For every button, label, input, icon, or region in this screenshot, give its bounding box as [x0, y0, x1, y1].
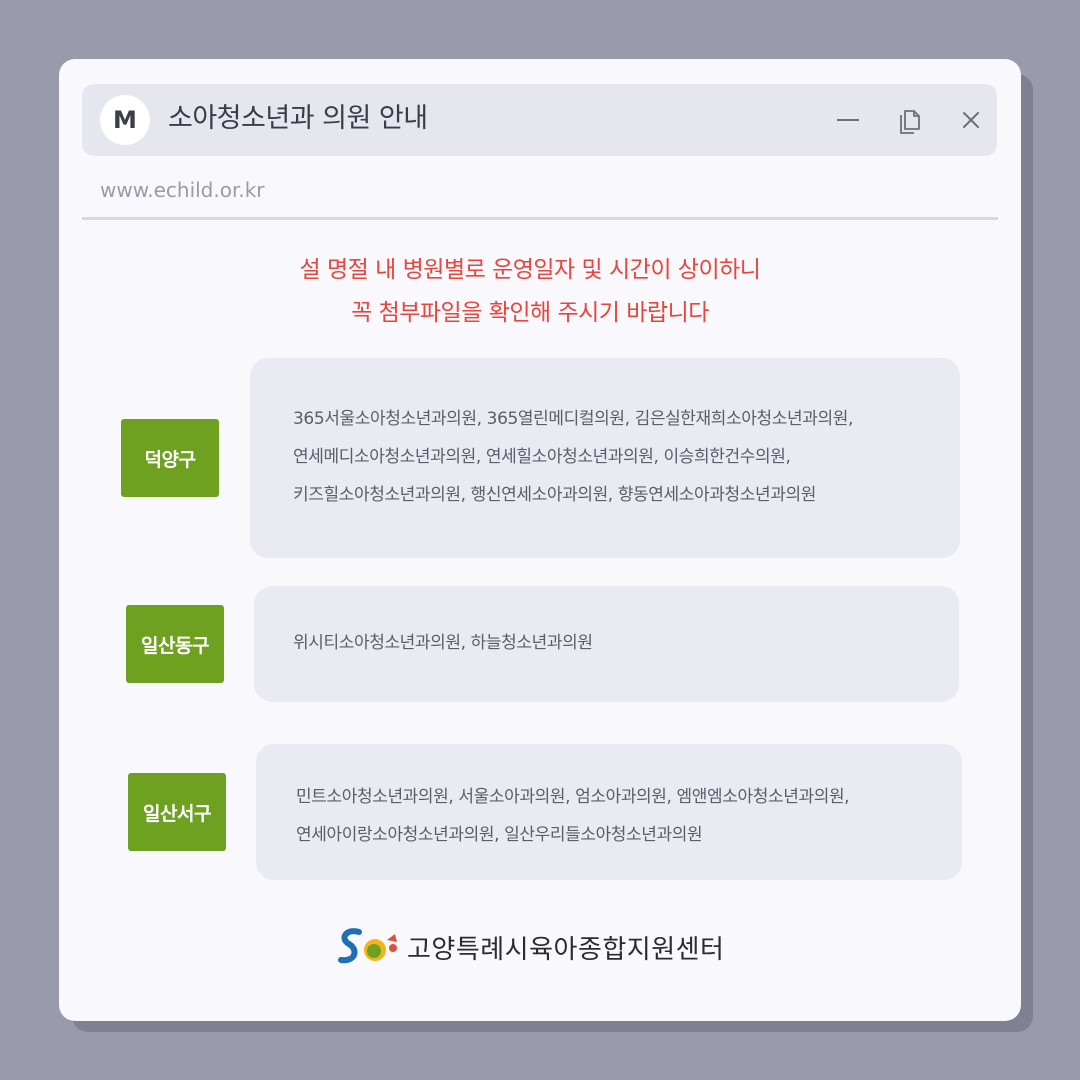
close-icon[interactable]: [955, 104, 987, 136]
hospital-list-line: 365서울소아청소년과의원, 365열린메디컬의원, 김은실한재희소아청소년과의…: [293, 409, 853, 429]
hospital-list-line: 위시티소아청소년과의원, 하늘청소년과의원: [293, 633, 593, 653]
district-tag-ilsandong: 일산동구: [126, 605, 224, 683]
district-card-ilsandong: 위시티소아청소년과의원, 하늘청소년과의원: [254, 586, 959, 702]
minimize-icon[interactable]: [832, 104, 864, 136]
url-text[interactable]: www.echild.or.kr: [100, 177, 265, 203]
app-window: M 소아청소년과 의원 안내 www.echild.or.kr 설 명절 내 병…: [59, 59, 1021, 1021]
divider: [82, 217, 998, 220]
copy-icon[interactable]: [894, 104, 926, 136]
avatar[interactable]: M: [100, 95, 150, 145]
title-bar: M 소아청소년과 의원 안내: [82, 84, 997, 156]
district-card-deogyang: 365서울소아청소년과의원, 365열린메디컬의원, 김은실한재희소아청소년과의…: [250, 358, 960, 558]
center-logo-icon: [338, 928, 397, 964]
hospital-list-line: 키즈힐소아청소년과의원, 행신연세소아과의원, 향동연세소아과청소년과의원: [293, 485, 816, 505]
district-tag-deogyang: 덕양구: [121, 419, 219, 497]
center-logo-text: 고양특례시육아종합지원센터: [407, 934, 725, 965]
notice-line-1: 설 명절 내 병원별로 운영일자 및 시간이 상이하니: [299, 257, 761, 283]
hospital-list-line: 연세메디소아청소년과의원, 연세힐소아청소년과의원, 이승희한건수의원,: [293, 447, 791, 467]
center-logo: 고양특례시육아종합지원센터: [337, 922, 757, 972]
window-title: 소아청소년과 의원 안내: [168, 103, 428, 134]
notice-text: 설 명절 내 병원별로 운영일자 및 시간이 상이하니 꼭 첨부파일을 확인해 …: [59, 249, 1001, 335]
notice-line-2: 꼭 첨부파일을 확인해 주시기 바랍니다: [351, 300, 709, 326]
district-tag-ilsanseo: 일산서구: [128, 773, 226, 851]
district-card-ilsanseo: 민트소아청소년과의원, 서울소아과의원, 엄소아과의원, 엠앤엠소아청소년과의원…: [256, 744, 962, 880]
hospital-list-line: 민트소아청소년과의원, 서울소아과의원, 엄소아과의원, 엠앤엠소아청소년과의원…: [296, 787, 850, 807]
hospital-list-line: 연세아이랑소아청소년과의원, 일산우리들소아청소년과의원: [296, 825, 703, 845]
